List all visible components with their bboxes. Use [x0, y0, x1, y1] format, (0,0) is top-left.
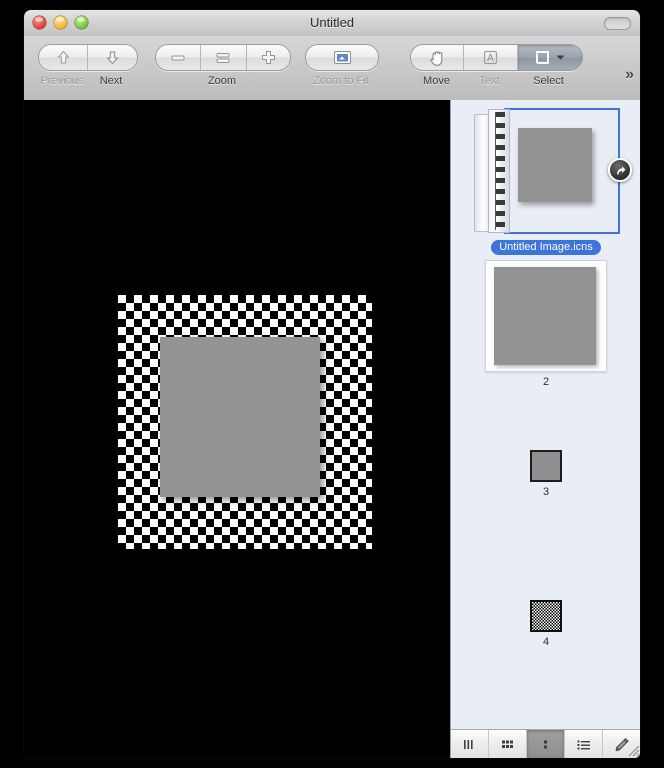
content-area: Untitled Image.icns 2 3 4 [24, 100, 640, 758]
window-title: Untitled [309, 15, 355, 30]
text-a-icon: A [483, 50, 498, 64]
zoom-out-button[interactable] [156, 45, 202, 70]
toolbar: Previous Next Zoom Zoom to Fit A Move Te… [24, 36, 640, 101]
navigation-group: Previous Next [38, 44, 138, 92]
zoom-to-fit-label: Zoom to Fit [313, 75, 369, 87]
list-item-label: 3 [542, 486, 550, 498]
select-label: Select [533, 75, 564, 87]
list-item-label: Untitled Image.icns [491, 240, 601, 255]
list-item[interactable]: 2 [451, 260, 640, 390]
preview-window: Untitled Previous Next Zoom Zoom to Fit … [24, 10, 640, 758]
select-tool-button[interactable] [517, 45, 582, 70]
minus-icon [171, 55, 185, 60]
next-label: Next [99, 75, 123, 87]
chevron-down-icon[interactable] [556, 54, 565, 61]
previous-label: Previous [40, 75, 84, 87]
fit-screen-icon [333, 51, 351, 64]
marquee-select-icon [536, 51, 550, 64]
tools-group: A Move Text Select [410, 44, 583, 92]
text-tool-button[interactable]: A [464, 45, 518, 70]
plus-icon [261, 51, 275, 64]
thumbnail-image [518, 128, 592, 202]
actual-size-button[interactable] [201, 45, 247, 70]
reveal-arrow-icon[interactable] [608, 158, 632, 182]
small-square-thumbnail[interactable] [530, 450, 562, 482]
columns-icon [464, 739, 473, 749]
image-canvas[interactable] [24, 100, 450, 758]
list-item[interactable]: Untitled Image.icns [451, 106, 640, 255]
svg-text:A: A [487, 53, 494, 64]
pencil-icon [615, 737, 629, 751]
next-button[interactable] [88, 45, 137, 70]
annotate-tool-button[interactable] [603, 730, 640, 758]
list-item-label: 2 [542, 376, 550, 388]
thumbnail-image [494, 267, 596, 365]
equals-icon [216, 52, 230, 63]
canvas-gray-square [160, 337, 320, 497]
curved-arrow-glyph [616, 165, 625, 174]
filmstrip-view-button[interactable] [451, 730, 489, 758]
hand-icon [430, 50, 442, 66]
thumbnail-list[interactable]: Untitled Image.icns 2 3 4 [451, 100, 640, 720]
zoom-group: Zoom [155, 44, 291, 92]
document-stack-thumbnail[interactable] [470, 106, 632, 236]
dithered-square-thumbnail[interactable] [530, 600, 562, 632]
arrow-down-icon [106, 51, 119, 65]
previous-button[interactable] [39, 45, 88, 70]
text-label: Text [479, 75, 500, 87]
zoom-in-button[interactable] [247, 45, 290, 70]
toolbar-toggle-button[interactable] [604, 17, 631, 30]
move-label: Move [423, 75, 450, 87]
single-column-view-button[interactable] [527, 730, 565, 758]
title-bar[interactable]: Untitled [24, 10, 640, 37]
grid-view-button[interactable] [489, 730, 527, 758]
list-item-label: 4 [542, 636, 550, 648]
list-item[interactable]: 3 [451, 450, 640, 500]
list-view-button[interactable] [565, 730, 603, 758]
zoom-to-fit-group: Zoom to Fit [305, 44, 379, 92]
toolbar-overflow-button[interactable]: » [625, 66, 634, 84]
thumbnail-sidebar: Untitled Image.icns 2 3 4 [450, 100, 640, 758]
list-item[interactable]: 4 [451, 600, 640, 650]
grid-icon [502, 740, 513, 748]
move-tool-button[interactable] [411, 45, 465, 70]
sidebar-view-bar [451, 729, 640, 758]
arrow-up-icon [56, 50, 70, 64]
zoom-to-fit-button[interactable] [306, 45, 378, 70]
zoom-label: Zoom [207, 75, 237, 87]
two-dots-icon [544, 740, 547, 748]
binding-rings-icon [495, 112, 505, 230]
page-thumbnail[interactable] [485, 260, 607, 372]
list-icon [577, 740, 590, 749]
screen: Untitled Previous Next Zoom Zoom to Fit … [0, 0, 664, 768]
